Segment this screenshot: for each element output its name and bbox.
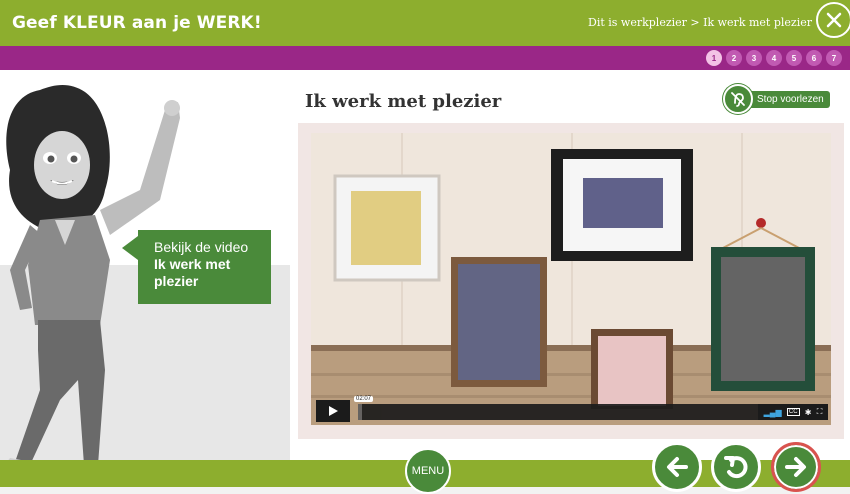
mute-ear-icon [723, 84, 753, 114]
video-control-icons: ▂▄▆ CC ✱ ⛶ [758, 404, 828, 420]
settings-icon[interactable]: ✱ [805, 408, 812, 417]
speech-bubble-text: Bekijk de video [154, 239, 249, 255]
arrow-right-icon [785, 457, 806, 477]
breadcrumb: Dit is werkplezier > Ik werk met plezier [588, 16, 812, 29]
close-button[interactable] [816, 2, 850, 38]
page-dot-4[interactable]: 4 [766, 50, 782, 66]
header-bar: Geef KLEUR aan je WERK! Dit is werkplezi… [0, 0, 850, 46]
current-page-marker [705, 41, 715, 46]
replay-button[interactable] [711, 442, 761, 492]
next-button[interactable] [771, 442, 821, 492]
progress-bar: 1234567 [0, 46, 850, 70]
play-icon [329, 406, 338, 416]
speech-bubble-tail [122, 236, 138, 260]
page-indicator: 1234567 [706, 50, 842, 66]
menu-button[interactable]: MENU [405, 448, 451, 494]
page-dot-7[interactable]: 7 [826, 50, 842, 66]
stop-reading-label: Stop voorlezen [747, 90, 830, 108]
fullscreen-icon[interactable]: ⛶ [817, 407, 823, 417]
video-progress-bar[interactable] [358, 404, 758, 420]
video-controls: 02:07 ▂▄▆ CC ✱ ⛶ [316, 396, 828, 422]
replay-icon [724, 456, 748, 479]
play-button[interactable] [316, 400, 350, 422]
video-time: 02:07 [354, 396, 374, 402]
page-dot-1[interactable]: 1 [706, 50, 722, 66]
page-dot-6[interactable]: 6 [806, 50, 822, 66]
arrow-left-icon [667, 457, 688, 477]
stop-reading-button[interactable]: Stop voorlezen [723, 84, 841, 114]
volume-icon[interactable]: ▂▄▆ [764, 408, 782, 417]
app-title: Geef KLEUR aan je WERK! [12, 13, 262, 33]
page-dot-2[interactable]: 2 [726, 50, 742, 66]
close-icon [826, 12, 842, 28]
video-progress-fill [358, 404, 362, 420]
page-dot-5[interactable]: 5 [786, 50, 802, 66]
speech-bubble-bold-text: Ik werk met plezier [154, 256, 231, 289]
video-player[interactable] [311, 133, 831, 425]
cc-icon[interactable]: CC [786, 408, 800, 416]
previous-button[interactable] [652, 442, 702, 492]
page-title: Ik werk met plezier [305, 91, 502, 112]
page-dot-3[interactable]: 3 [746, 50, 762, 66]
speech-bubble: Bekijk de video Ik werk met plezier [138, 230, 271, 304]
